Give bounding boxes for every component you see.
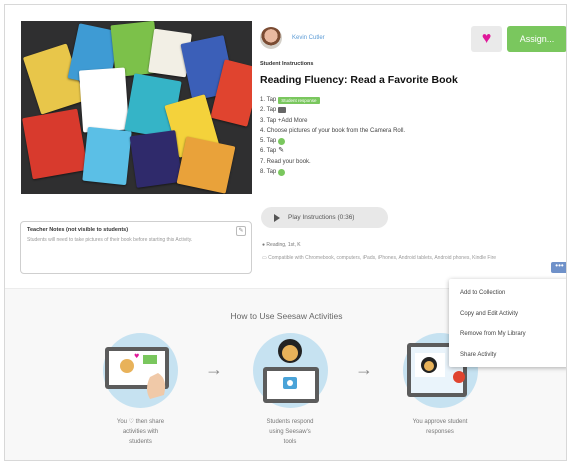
instruction-steps: 1. Tap Student response 2. Tap 3. Tap +A… (260, 95, 405, 177)
grade-tags: ● Reading, 1st, K (262, 242, 301, 248)
arrow-right-icon: → (355, 359, 373, 379)
teacher-notes-box: Teacher Notes (not visible to students) … (20, 221, 252, 274)
ellipsis-icon: ••• (555, 261, 564, 270)
menu-item-share-activity[interactable]: Share Activity (449, 345, 566, 366)
how-to-step-1-caption: You ♡ then share activities with student… (116, 419, 165, 445)
menu-item-copy-and-edit[interactable]: Copy and Edit Activity (449, 304, 566, 325)
instruction-step: 4. Choose pictures of your book from the… (260, 127, 406, 134)
like-heart-button[interactable]: ♥ (471, 26, 502, 52)
check-icon (278, 137, 286, 145)
svg-text:♥: ♥ (134, 353, 139, 360)
how-to-step-3-caption: You approve student responses (412, 419, 468, 435)
play-icon (274, 213, 280, 222)
drawing-icon (278, 107, 287, 114)
author-row: Kevin Cutler (260, 27, 325, 49)
activity-page: Teacher Notes (not visible to students) … (4, 4, 567, 461)
heart-icon: ♥ (481, 30, 492, 47)
instruction-step: 5. Tap (260, 136, 405, 146)
activity-title: Reading Fluency: Read a Favorite Book (260, 74, 458, 86)
instruction-step: 7. Read your book. (260, 158, 311, 165)
arrow-right-icon: → (205, 359, 223, 379)
activity-cover-image (21, 21, 252, 194)
menu-item-remove-from-library[interactable]: Remove from My Library (449, 324, 566, 345)
author-name-link[interactable]: Kevin Cutler (292, 35, 325, 41)
devices-icon: ▭ (262, 255, 267, 261)
instruction-step: 2. Tap (260, 105, 405, 115)
play-instructions-button[interactable]: Play Instructions (0:36) (261, 207, 388, 228)
how-to-step-2-caption: Students respond using Seesaw's tools (266, 419, 314, 445)
more-options-button[interactable]: ••• (551, 261, 566, 273)
check-icon (278, 168, 286, 176)
assign-button[interactable]: Assign... (507, 26, 566, 52)
menu-item-add-to-collection[interactable]: Add to Collection (449, 283, 566, 304)
tag-icon: ● (262, 242, 266, 248)
instruction-step: 8. Tap (260, 167, 405, 177)
instructions-section-label: Student Instructions (260, 61, 314, 67)
instruction-step: 3. Tap +Add More (260, 117, 308, 124)
mic-icon: ✎ (278, 147, 285, 155)
how-to-step-1-illustration: ♥ (103, 333, 178, 408)
more-options-menu: Add to Collection Copy and Edit Activity… (449, 279, 566, 367)
teacher-notes-body: Students will need to take pictures of t… (27, 237, 193, 243)
how-to-step-2-illustration (253, 333, 328, 408)
edit-notes-icon[interactable]: ✎ (236, 226, 246, 236)
teacher-notes-title: Teacher Notes (not visible to students) (27, 227, 129, 233)
device-compatibility: ▭ Compatible with Chromebook, computers,… (262, 255, 497, 261)
author-avatar[interactable] (260, 27, 282, 49)
instruction-step: 1. Tap Student response (260, 95, 405, 105)
student-response-tag: Student response (278, 96, 320, 104)
instruction-step: 6. Tap ✎ (260, 146, 405, 156)
